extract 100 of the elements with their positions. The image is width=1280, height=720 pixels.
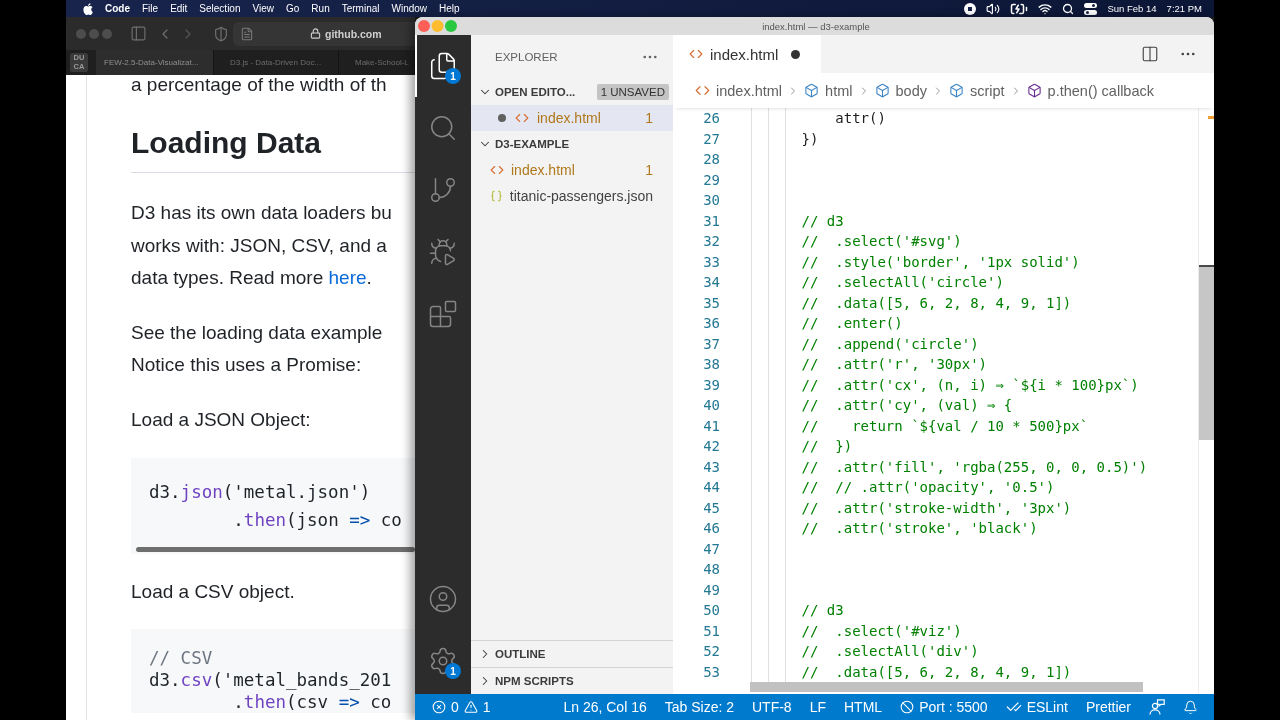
menu-item[interactable]: Edit bbox=[170, 3, 188, 14]
code-line: // .attr('cx', (n, i) ⇒ `${i * 100}px`) bbox=[801, 376, 1139, 393]
paragraph: Load a JSON Object: bbox=[131, 407, 312, 432]
scrollbar-thumb[interactable] bbox=[1199, 265, 1214, 440]
address-field[interactable]: github.com bbox=[233, 21, 415, 46]
activity-tab[interactable]: 1 bbox=[415, 630, 471, 692]
toggles-icon[interactable] bbox=[1084, 2, 1098, 15]
code-line: // .style('border', '1px solid') bbox=[801, 253, 1080, 270]
app-menu[interactable]: Code bbox=[105, 3, 130, 14]
breadcrumb[interactable]: body bbox=[874, 82, 927, 99]
sidebar-icon[interactable] bbox=[130, 25, 147, 42]
line-number: 39 bbox=[702, 376, 720, 393]
line-number: 28 bbox=[702, 151, 720, 168]
status-item[interactable]: Ln 26, Col 16 bbox=[563, 699, 647, 715]
search-icon[interactable] bbox=[1062, 2, 1075, 15]
code-brackets-icon bbox=[515, 111, 529, 125]
status-item[interactable]: HTML bbox=[844, 699, 883, 715]
breadcrumb[interactable]: index.html bbox=[695, 82, 783, 99]
heading: Loading Data bbox=[131, 125, 322, 161]
problem-count: 1 bbox=[645, 110, 653, 126]
breadcrumb[interactable]: html bbox=[804, 82, 853, 99]
file-row[interactable]: index.html 1 bbox=[471, 157, 673, 183]
breadcrumb[interactable]: p.then() callback bbox=[1026, 82, 1154, 99]
error-icon bbox=[432, 700, 446, 714]
cube-icon bbox=[874, 83, 890, 98]
account-icon bbox=[428, 584, 458, 614]
menu-item[interactable]: Selection bbox=[199, 3, 241, 14]
status-item[interactable]: UTF-8 bbox=[752, 699, 792, 715]
count-badge: 1 bbox=[445, 68, 461, 84]
line-number: 46 bbox=[702, 520, 720, 537]
menu-item[interactable]: Go bbox=[286, 3, 300, 14]
line-number: 30 bbox=[702, 192, 720, 209]
line-number: 29 bbox=[702, 171, 720, 188]
browser-tab[interactable]: FEW-2.5-Data-Visualizat... bbox=[96, 50, 214, 75]
menu-time[interactable]: 7:21 PM bbox=[1166, 3, 1202, 14]
menu-item[interactable]: File bbox=[142, 3, 159, 14]
line-number: 49 bbox=[702, 581, 720, 598]
section-title: OPEN EDITO... bbox=[495, 86, 576, 98]
status-item[interactable]: Port : 5500 bbox=[900, 699, 988, 715]
paragraph: See the loading data example Notice this uses a Promise: bbox=[131, 320, 384, 377]
code-line: // .attr('r', '30px') bbox=[801, 356, 987, 373]
menu-item[interactable]: Window bbox=[391, 3, 428, 14]
section-header[interactable]: D3-EXAMPLE bbox=[471, 131, 673, 157]
warning-icon bbox=[463, 700, 478, 714]
link[interactable]: here bbox=[328, 267, 367, 288]
menu-item[interactable]: Run bbox=[311, 3, 330, 14]
window-controls-icon[interactable] bbox=[418, 20, 458, 32]
marker-icon bbox=[1208, 116, 1214, 119]
code-line: // d3 bbox=[801, 602, 844, 619]
search-icon bbox=[428, 113, 458, 143]
menu-item[interactable]: Terminal bbox=[341, 3, 380, 14]
code-line: // // .attr('opacity', '0.5') bbox=[801, 479, 1055, 496]
line-number: 36 bbox=[702, 315, 720, 332]
line-number: 53 bbox=[702, 663, 720, 680]
status-item[interactable]: Prettier bbox=[1085, 699, 1131, 715]
status-item[interactable]: Tab Size: 2 bbox=[664, 699, 734, 715]
document-icon[interactable] bbox=[240, 26, 254, 41]
code-line: // .attr('stroke', 'black') bbox=[801, 520, 1038, 537]
status-item[interactable]: LF bbox=[809, 699, 826, 715]
code-line: // return `${val / 10 * 500}px` bbox=[801, 417, 1089, 434]
paragraph: D3 has its own data loaders bu works with: JSON, CSV, and a data types. Read more here. bbox=[131, 201, 393, 290]
bell-icon[interactable] bbox=[1183, 699, 1198, 715]
file-row[interactable]: titanic-passengers.json bbox=[471, 183, 673, 209]
menu-item[interactable]: Help bbox=[439, 3, 460, 14]
paragraph: Load a CSV object. bbox=[131, 580, 296, 604]
line-number: 40 bbox=[702, 397, 720, 414]
scrollbar-thumb[interactable] bbox=[136, 547, 415, 552]
url-text: github.com bbox=[325, 27, 382, 40]
cube-icon bbox=[1026, 83, 1042, 98]
wifi-icon[interactable] bbox=[1038, 1, 1053, 16]
line-number: 47 bbox=[702, 540, 720, 557]
person-speech-icon[interactable] bbox=[1149, 699, 1165, 715]
line-number: 35 bbox=[702, 294, 720, 311]
code-line: // .attr('stroke-width', '3px') bbox=[801, 499, 1072, 516]
section-header[interactable]: OPEN EDITO... 1 UNSAVED bbox=[471, 79, 673, 105]
line-number: 43 bbox=[702, 458, 720, 475]
section-header[interactable]: NPM SCRIPTS bbox=[471, 668, 673, 694]
menu-item[interactable]: View bbox=[252, 3, 274, 14]
shield-icon[interactable] bbox=[213, 25, 229, 42]
code-line: // .data([5, 6, 2, 8, 4, 9, 1]) bbox=[801, 294, 1072, 311]
section-title: OUTLINE bbox=[495, 648, 546, 660]
problems-button[interactable]: 0 1 bbox=[432, 699, 491, 715]
menu-date[interactable]: Sun Feb 14 bbox=[1107, 3, 1157, 14]
line-number: 27 bbox=[702, 130, 720, 147]
volume-icon[interactable] bbox=[986, 1, 1001, 16]
line-number: 42 bbox=[702, 438, 720, 455]
split-editor-icon[interactable] bbox=[1141, 45, 1159, 63]
stop-icon[interactable] bbox=[964, 2, 977, 15]
scrollbar-thumb[interactable] bbox=[750, 682, 1143, 692]
lock-icon bbox=[310, 28, 321, 39]
section-header[interactable]: OUTLINE bbox=[471, 641, 673, 667]
editor-tab[interactable]: index.html bbox=[673, 35, 821, 73]
line-number: 45 bbox=[702, 499, 720, 516]
status-item[interactable]: ESLint bbox=[1005, 699, 1068, 715]
apple-icon[interactable] bbox=[83, 2, 93, 15]
code-brackets-icon bbox=[689, 47, 703, 61]
code-line: }) bbox=[801, 130, 819, 147]
branch-icon bbox=[428, 175, 458, 205]
code-brackets-icon bbox=[695, 83, 710, 98]
breadcrumb[interactable]: script bbox=[948, 82, 1005, 99]
